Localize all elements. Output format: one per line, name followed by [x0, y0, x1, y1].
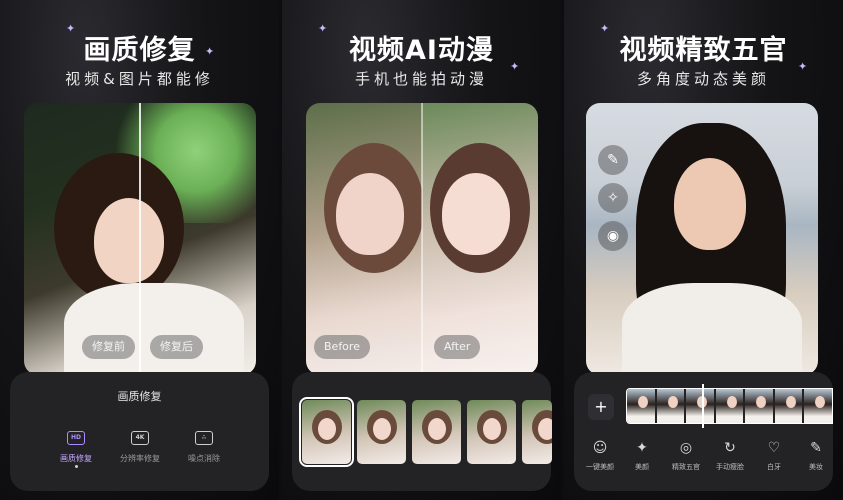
after-label: After: [434, 335, 481, 359]
feature-label: 精致五官: [672, 463, 700, 471]
tool-hd[interactable]: HD 画质修复: [46, 424, 106, 464]
timeline-frame: [774, 389, 803, 423]
style-thumb[interactable]: [467, 400, 516, 464]
after-label: 修复后: [150, 335, 203, 359]
edit-sheet: + ☺ 一键美颜 ✦ 美颜 ◎ 精致五官 ↻ 手动瘦脸 ♡ 白牙 ✎ 美妆: [574, 372, 833, 491]
feature-label: 一键美颜: [586, 463, 614, 471]
feature-white-teeth[interactable]: ♡ 白牙: [752, 440, 796, 472]
timeline-strip[interactable]: [626, 388, 833, 424]
style-thumb[interactable]: [412, 400, 461, 464]
timeline-frame: [745, 389, 773, 423]
manual-slim-icon: ↻: [724, 440, 736, 456]
feature-one-click-beauty[interactable]: ☺ 一键美颜: [578, 440, 622, 472]
feature-label: 手动瘦脸: [716, 463, 744, 471]
panel-ai-anime: 视频AI动漫 手机也能拍动漫 ✦ ✦ Before After: [282, 0, 561, 500]
timeline-playhead[interactable]: [702, 384, 704, 428]
feature-manual-slim[interactable]: ↻ 手动瘦脸: [708, 440, 752, 472]
tool-label: 画质修复: [60, 454, 92, 463]
face-image: [94, 198, 164, 283]
tool-4k[interactable]: 4K 分辨率修复: [110, 424, 170, 464]
sparkle-icon: ✦: [66, 22, 76, 35]
style-sheet: [292, 372, 552, 491]
spot-remove-icon: ∴: [195, 431, 213, 445]
tool-label: 噪点消除: [188, 454, 220, 463]
compare-divider[interactable]: [421, 103, 423, 375]
feature-refined-features[interactable]: ◎ 精致五官: [664, 440, 708, 472]
tool-sheet: 画质修复 HD 画质修复 4K 分辨率修复 ∴ 噪点消除: [10, 372, 269, 491]
feature-makeup[interactable]: ✎ 美妆: [794, 440, 838, 472]
feature-label: 美妆: [809, 463, 823, 471]
sparkle-icon: ✦: [600, 22, 610, 35]
panel-face-features: 视频精致五官 多角度动态美颜 ✦ ✦ ✎ ✧ ◉ + ☺ 一键美颜 ✦ 美颜 ◎…: [564, 0, 843, 500]
magic-wand-icon: ✦: [636, 440, 648, 456]
timeline-frame: [627, 389, 655, 423]
timeline-frame: [686, 389, 714, 423]
sparkle-icon: ✦: [318, 22, 328, 35]
panel-quality-repair: 画质修复 视频&图片都能修 ✦ ✦ 修复前 修复后 画质修复 HD 画质修复 4…: [0, 0, 279, 500]
panel-title: 画质修复: [83, 35, 196, 66]
add-clip-button[interactable]: +: [588, 394, 614, 420]
before-label: 修复前: [82, 335, 135, 359]
sparkle-icon: ✦: [510, 60, 520, 73]
timeline-frame: [715, 389, 744, 423]
style-thumb[interactable]: [357, 400, 406, 464]
face-image: [336, 173, 404, 255]
preview-photo[interactable]: ✎ ✧ ◉: [586, 103, 818, 375]
dress-image: [64, 283, 244, 375]
active-indicator: [75, 465, 78, 468]
style-thumb[interactable]: [299, 397, 354, 467]
compare-divider[interactable]: [139, 103, 141, 375]
uniform-image: [622, 283, 802, 375]
face-image: [442, 173, 510, 255]
before-label: Before: [314, 335, 370, 359]
feature-label: 美颜: [635, 463, 649, 471]
face-image: [674, 158, 746, 250]
tooth-icon: ♡: [767, 440, 781, 456]
timeline-frame: [804, 389, 832, 423]
eye-icon[interactable]: ◉: [598, 221, 628, 251]
makeup-icon: ✎: [810, 440, 822, 456]
feature-beauty[interactable]: ✦ 美颜: [620, 440, 664, 472]
after-image: [422, 103, 538, 375]
comparison-photo[interactable]: 修复前 修复后: [24, 103, 256, 375]
style-thumbnails: [299, 397, 552, 467]
timeline-frame: [656, 389, 685, 423]
style-thumb[interactable]: [522, 400, 552, 464]
sheet-title: 画质修复: [117, 390, 162, 403]
eraser-icon[interactable]: ✎: [598, 145, 628, 175]
feature-label: 白牙: [767, 463, 781, 471]
sparkle-icon: ✦: [205, 45, 215, 58]
4k-icon: 4K: [131, 431, 149, 445]
sparkle-icon: ✦: [798, 60, 808, 73]
face-beauty-icon: ☺: [592, 440, 608, 456]
face-shape-icon: ◎: [679, 440, 693, 456]
tool-label: 分辨率修复: [120, 454, 160, 463]
hd-icon: HD: [67, 431, 85, 445]
tool-denoise[interactable]: ∴ 噪点消除: [174, 424, 234, 464]
wand-icon[interactable]: ✧: [598, 183, 628, 213]
panel-subtitle: 视频&图片都能修: [65, 70, 214, 88]
comparison-photo[interactable]: Before After: [306, 103, 538, 375]
